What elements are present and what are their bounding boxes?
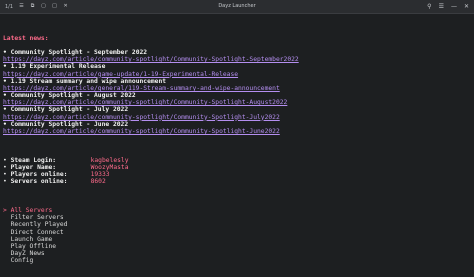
menu-item-dayz-news[interactable]: DayZ News [3, 250, 471, 257]
minimize-icon[interactable]: — [451, 3, 457, 10]
stat-value: WoozyMasta [90, 163, 129, 171]
window-titlebar: 1/1 ☰ ⧉ ▢ □ ✕ Dayz Launcher ⚲ ☰ — ✕ [0, 0, 474, 14]
news-item-link[interactable]: https://dayz.com/article/community-spotl… [3, 128, 280, 135]
settings-icon[interactable]: ☰ [439, 3, 444, 10]
news-item-link[interactable]: https://dayz.com/article/community-spotl… [3, 114, 280, 121]
menu-item-play-offline[interactable]: Play Offline [3, 243, 471, 250]
news-item-link[interactable]: https://dayz.com/article/game-update/1-1… [3, 71, 238, 78]
stat-row: • Players online: 19333 [3, 171, 110, 179]
terminal-output: Latest news: • Community Spotlight - Sep… [3, 13, 471, 277]
stat-value: 8602 [90, 178, 106, 186]
news-item-title: • Community Spotlight - August 2022 [3, 92, 136, 100]
stat-value: kagbelesly [90, 156, 129, 164]
menu-item-launch-game[interactable]: Launch Game [3, 236, 471, 243]
news-item-title: • Community Spotlight - June 2022 [3, 120, 129, 128]
menu-item-direct-connect[interactable]: Direct Connect [3, 229, 471, 236]
news-item-title: • 1.19 Experimental Release [3, 63, 106, 71]
stat-label: Servers online: [10, 178, 68, 186]
search-icon[interactable]: ⚲ [427, 3, 431, 10]
menu-item-all-servers[interactable]: > All Servers [3, 207, 471, 214]
news-item-title: • Community Spotlight - September 2022 [3, 48, 148, 56]
menu-cursor: > [3, 207, 7, 215]
stat-row: • Steam Login: kagbelesly [3, 156, 129, 164]
stat-row: • Player Name: WoozyMasta [3, 163, 129, 171]
stat-label: Steam Login: [10, 156, 57, 164]
news-item-title: • Community Spotlight - July 2022 [3, 106, 129, 114]
close-window-icon[interactable]: ✕ [464, 3, 469, 10]
news-item-link[interactable]: https://dayz.com/article/general/119-Str… [3, 85, 280, 92]
menu-item-recently-played[interactable]: Recently Played [3, 221, 471, 228]
news-item-title: • 1.19 Stream summary and wipe announcem… [3, 77, 167, 85]
menu-item-filter-servers[interactable]: Filter Servers [3, 214, 471, 221]
menu-item-config[interactable]: Config [3, 257, 471, 264]
stat-row: • Servers online: 8602 [3, 178, 106, 186]
news-heading: Latest news: [3, 34, 49, 42]
window-title: Dayz Launcher [218, 3, 256, 9]
